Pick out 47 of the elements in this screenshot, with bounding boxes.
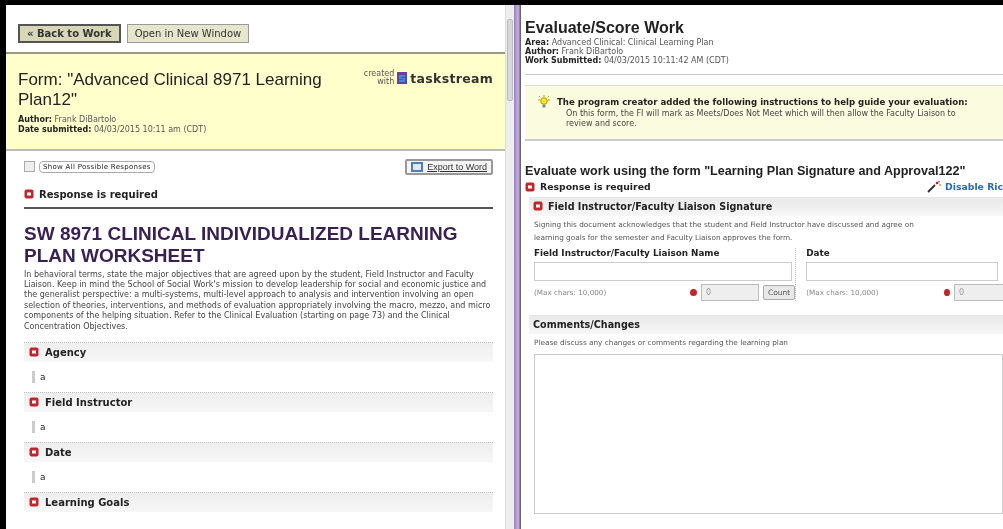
field-value: a — [40, 471, 46, 482]
field-label: Field Instructor — [45, 396, 133, 408]
instructions-text: review and score. — [566, 118, 638, 129]
page-title: Evaluate/Score Work — [525, 19, 685, 37]
disable-rich-text-link[interactable]: Disable Ric — [927, 180, 1003, 193]
count-field: 0 — [954, 283, 1003, 301]
checkbox[interactable] — [24, 161, 35, 173]
error-icon — [690, 288, 697, 296]
required-note: Response is required — [39, 188, 158, 200]
field-label: Date — [806, 247, 831, 258]
worksheet-title: SW 8971 CLINICAL INDIVIDUALIZED LEARNING PLAN WORKSHEET — [24, 222, 459, 268]
field-label: Field Instructor/Faculty Liaison Name — [534, 247, 721, 258]
field-label: Date — [45, 446, 72, 458]
field-label: Learning Goals — [45, 496, 130, 508]
count-field: 0 — [701, 283, 759, 301]
export-button[interactable]: Export to Word — [405, 158, 493, 175]
meta-line: Author: Frank DiBartolo — [18, 114, 118, 125]
section-title: Field Instructor/Faculty Liaison Signature — [548, 200, 773, 212]
form-heading: Evaluate work using the form "Learning Plan Signature and Approval122" — [525, 163, 967, 178]
scrollbar-thumb[interactable] — [507, 19, 513, 101]
required-icon — [525, 181, 535, 192]
field-value: a — [40, 371, 46, 382]
input-field[interactable] — [806, 261, 999, 281]
meta-line: Date submitted: 04/03/2015 10:11 am (CDT) — [18, 124, 208, 135]
input-field[interactable] — [534, 261, 792, 281]
meta-line: Area: Advanced Clinical: Clinical Learning Plan — [525, 38, 715, 47]
error-icon — [943, 288, 950, 296]
instructions-heading: The program creator added the following instructions to help guide your evaluation: — [557, 96, 968, 107]
section-title: Comments/Changes — [533, 318, 641, 330]
magic-wand-icon — [927, 180, 942, 193]
field-label: Agency — [45, 346, 87, 358]
intro-text: In behavioral terms, state the major objectives that are agreed upon by the student, Field Instructor and Faculty Liaison. Keep in mind the School of Social Work's mission to develop leadership for social and economic justice and the generalist perspective: a multi-systems, multi-level approach to analysis and intervention involving an open selection of theories, interventions, and methods of evaluation appropriately involving the macro, mezzo, and micro components of the helping situation. Refer to the Clinical Evaluation (starting on page 73) and the Clinical Concentration Objectives. — [24, 269, 492, 332]
created-with-text: created with — [362, 70, 395, 86]
brand-logo: taskstream — [397, 70, 493, 86]
field-value: a — [40, 421, 46, 432]
back-button[interactable]: « Back to Work — [18, 24, 121, 43]
lightbulb-icon — [537, 94, 551, 109]
meta-line: Author: Frank DiBartolo — [525, 47, 624, 57]
instructions-text: On this form, the FI will mark as Meets/Does Not Meet which will then allow the Faculty Liaison to — [566, 108, 957, 119]
required-icon — [533, 201, 543, 212]
form-title: Form: "Advanced Clinical 8971 Learning Plan12" — [18, 70, 323, 111]
new-window-button[interactable]: Open in New Window — [126, 24, 250, 43]
document-icon — [411, 161, 424, 172]
required-icon — [24, 189, 34, 200]
meta-line: Work Submitted: 04/03/2015 10:11:42 AM (CDT) — [525, 56, 730, 66]
required-note: Response is required — [540, 181, 651, 193]
comments-textarea[interactable] — [534, 353, 1003, 514]
